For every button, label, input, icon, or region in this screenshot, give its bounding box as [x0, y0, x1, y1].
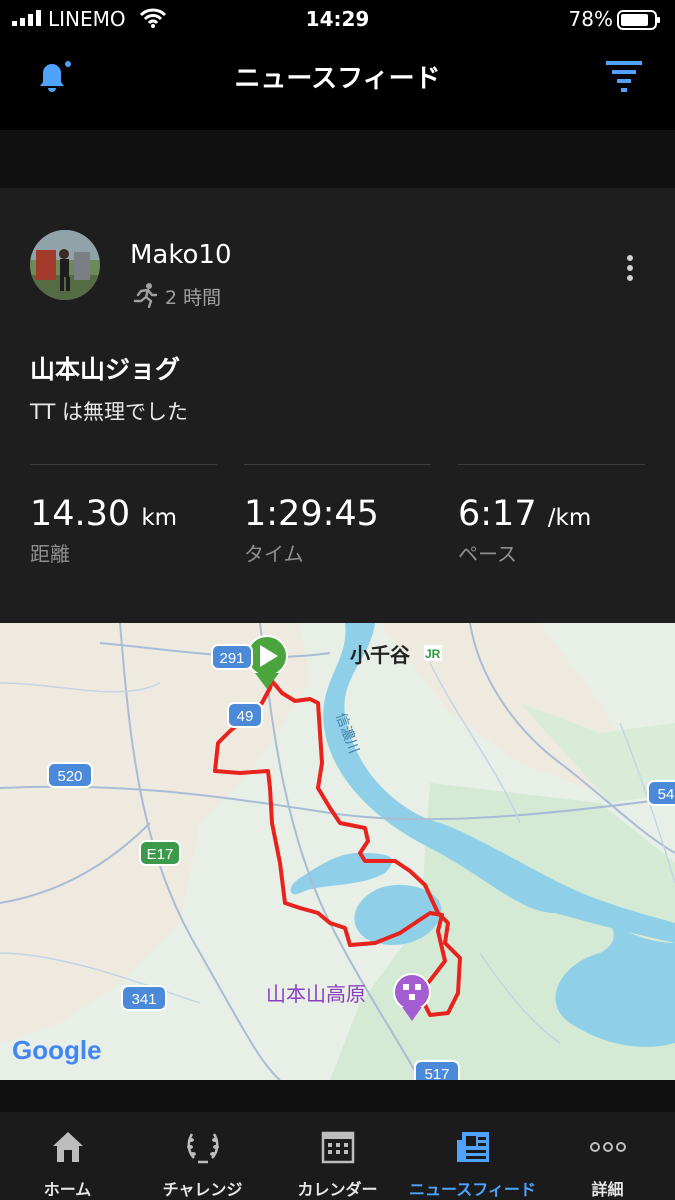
- status-bar: LINEMO 14:29 78%: [0, 0, 675, 40]
- tab-label: ニュースフィード: [409, 1180, 536, 1199]
- tab-label: ホーム: [43, 1180, 92, 1199]
- tab-home[interactable]: ホーム: [0, 1112, 135, 1200]
- tab-label: チャレンジ: [162, 1180, 243, 1199]
- activity-description: TT は無理でした: [30, 400, 188, 424]
- page-title: ニュースフィード: [234, 64, 441, 94]
- road-shield: 520: [57, 768, 82, 785]
- battery-percent: 78%: [568, 7, 613, 31]
- more-options-icon[interactable]: [618, 252, 642, 284]
- calendar-icon: [321, 1131, 355, 1164]
- stat-divider: [244, 464, 431, 465]
- map-label-park: 山本山高原: [266, 982, 366, 1006]
- map-label-station: 小千谷: [350, 643, 411, 667]
- avatar[interactable]: [30, 230, 100, 300]
- stat-pace-value: 6:17 /km: [458, 494, 592, 534]
- tab-label: カレンダー: [297, 1180, 378, 1199]
- road-shield: 54: [658, 786, 675, 803]
- tab-more[interactable]: 詳細: [540, 1112, 675, 1200]
- stat-pace-label: ペース: [458, 542, 517, 566]
- stat-distance-value: 14.30 km: [30, 494, 178, 534]
- post-time-ago: 2 時間: [165, 287, 222, 309]
- more-dots-icon: [590, 1142, 626, 1152]
- running-icon: [133, 283, 158, 308]
- road-shield: 341: [131, 991, 156, 1008]
- filter-icon[interactable]: [604, 58, 644, 94]
- stat-divider: [30, 464, 217, 465]
- battery-icon: [617, 10, 660, 30]
- road-shield: 291: [219, 650, 244, 667]
- svg-text:JR: JR: [425, 647, 441, 661]
- stat-divider: [458, 464, 645, 465]
- tab-calendar[interactable]: カレンダー: [270, 1112, 405, 1200]
- feed-spacer: [0, 130, 675, 188]
- home-icon: [53, 1132, 83, 1162]
- stat-distance-label: 距離: [30, 542, 70, 566]
- stat-time-value: 1:29:45: [244, 494, 379, 534]
- road-shield: 49: [237, 708, 254, 725]
- tab-newsfeed[interactable]: ニュースフィード: [405, 1112, 540, 1200]
- feed-gap: [0, 1080, 675, 1112]
- tab-label: 詳細: [591, 1180, 624, 1199]
- route-map[interactable]: JR 291 49 520 E17 341 517 54 小千谷 山本山高原 信…: [0, 623, 675, 1080]
- stat-time-label: タイム: [244, 542, 304, 566]
- road-shield: E17: [147, 846, 174, 863]
- username[interactable]: Mako10: [130, 240, 232, 270]
- map-canvas: JR 291 49 520 E17 341 517 54 小千谷 山本山高原 信…: [0, 623, 675, 1080]
- road-shield: 517: [424, 1066, 449, 1080]
- newsfeed-icon: [457, 1132, 489, 1162]
- google-attribution: Google: [12, 1035, 102, 1065]
- tab-challenge[interactable]: チャレンジ: [135, 1112, 270, 1200]
- laurel-icon: [187, 1133, 219, 1164]
- activity-title[interactable]: 山本山ジョグ: [30, 350, 180, 386]
